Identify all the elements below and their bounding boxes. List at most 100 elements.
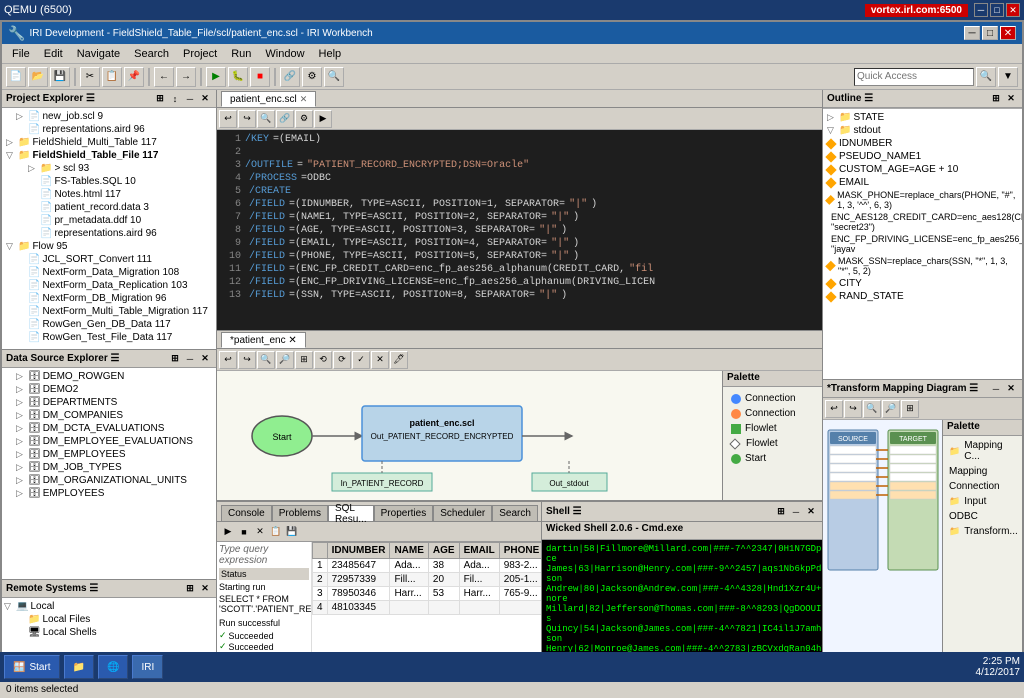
tm-btn2[interactable]: ↪ [844, 400, 862, 418]
editor-tb-btn2[interactable]: ↪ [238, 110, 256, 128]
menu-run[interactable]: Run [225, 47, 257, 61]
collapse-icon[interactable]: ⊞ [153, 92, 167, 106]
mapping-palette-item[interactable]: Mapping [945, 464, 1020, 479]
tb-menu-icon[interactable]: ▼ [998, 67, 1018, 87]
tree-item[interactable]: ▷ 📁 > scl 93 [4, 162, 214, 175]
mapping-palette-item[interactable]: ODBC [945, 509, 1020, 524]
tb-new-btn[interactable]: 📄 [6, 67, 26, 87]
outline-close-icon[interactable]: ✕ [1004, 92, 1018, 106]
ds-icon2[interactable]: ─ [183, 352, 197, 366]
palette-item-flowlet1[interactable]: Flowlet [727, 421, 818, 436]
tree-item[interactable]: ▷ 📁 FieldShield_Multi_Table 117 [4, 136, 214, 149]
tree-item[interactable]: 📄 JCL_SORT_Convert 111 [4, 253, 214, 266]
tree-item[interactable]: 📄 FS-Tables.SQL 10 [4, 175, 214, 188]
shell-close-icon[interactable]: ✕ [804, 505, 818, 519]
dtb-zoom-in[interactable]: 🔍 [257, 351, 275, 369]
dtb-btn7[interactable]: 🖊 [390, 351, 408, 369]
outline-item[interactable]: RAND_STATE [825, 290, 1020, 303]
flow-canvas[interactable]: Start patient_enc.scl Out_PAT [217, 371, 722, 500]
editor-tb-btn3[interactable]: 🔍 [257, 110, 275, 128]
tab-patient-enc-diagram[interactable]: *patient_enc ✕ [221, 332, 306, 348]
close-btn[interactable]: ✕ [1006, 3, 1020, 17]
tb-debug-btn[interactable]: 🐛 [228, 67, 248, 87]
minimize-panel-icon[interactable]: ─ [183, 92, 197, 106]
tree-item[interactable]: 📄 patient_record.data 3 [4, 201, 214, 214]
quick-access-input[interactable] [854, 68, 974, 86]
rs-icon1[interactable]: ⊞ [183, 582, 197, 596]
outline-item[interactable]: ENC_AES128_CREDIT_CARD=enc_aes128(CREDIT… [825, 211, 1020, 233]
tab-console[interactable]: Console [221, 505, 272, 521]
tab-problems[interactable]: Problems [272, 505, 328, 521]
dtb-btn6[interactable]: ✕ [371, 351, 389, 369]
outline-item[interactable]: ▷ 📁 STATE [825, 111, 1020, 124]
outline-item[interactable]: MASK_PHONE=replace_chars(PHONE, "#", 1, … [825, 189, 1020, 211]
tb-fwd-btn[interactable]: → [176, 67, 196, 87]
tb-copy-btn[interactable]: 📋 [102, 67, 122, 87]
table-row[interactable]: 3 78950346 Harr... 53 Harr... 765-9... 6… [313, 587, 542, 601]
taskbar-files-btn[interactable]: 📁 [64, 655, 94, 679]
maximize-btn[interactable]: □ [990, 3, 1004, 17]
list-item[interactable]: 🖥 Local Shells [4, 626, 214, 639]
sync-icon[interactable]: ↕ [168, 92, 182, 106]
code-editor[interactable]: 1 /KEY=(EMAIL) 2 3/OUTFILE="PATIENT_RECO… [217, 130, 822, 330]
table-row[interactable]: 4 48103345 0485-1202-3... [313, 601, 542, 615]
outline-item[interactable]: PSEUDO_NAME1 [825, 150, 1020, 163]
tree-item[interactable]: 📄 RowGen_Test_File_Data 117 [4, 331, 214, 344]
dtb-btn4[interactable]: ⟳ [333, 351, 351, 369]
list-item[interactable]: ▽ 💻 Local [4, 600, 214, 613]
list-item[interactable]: ▷ 🗄 DM_ORGANIZATIONAL_UNITS [4, 474, 214, 487]
app-maximize-btn[interactable]: □ [982, 26, 998, 40]
menu-window[interactable]: Window [259, 47, 310, 61]
list-item[interactable]: ▷ 🗄 DEMO_ROWGEN [4, 370, 214, 383]
tab-sql-results[interactable]: SQL Resu... [328, 505, 374, 521]
editor-tb-btn5[interactable]: ⚙ [295, 110, 313, 128]
list-item[interactable]: ▷ 🗄 DM_EMPLOYEE_EVALUATIONS [4, 435, 214, 448]
table-row[interactable]: 2 72957339 Fill... 20 Fil... 205-1... 04… [313, 573, 542, 587]
mapping-palette-item[interactable]: 📁 Mapping C... [945, 438, 1020, 464]
mapping-palette-item[interactable]: Connection [945, 479, 1020, 494]
tree-item[interactable]: 📄 NextForm_Data_Migration 108 [4, 266, 214, 279]
tb-run-btn[interactable]: ▶ [206, 67, 226, 87]
dtb-btn2[interactable]: ↪ [238, 351, 256, 369]
editor-tb-btn6[interactable]: ▶ [314, 110, 332, 128]
tb-open-btn[interactable]: 📂 [28, 67, 48, 87]
menu-edit[interactable]: Edit [38, 47, 69, 61]
tree-item[interactable]: 📄 RowGen_Gen_DB_Data 117 [4, 318, 214, 331]
tb-stop-btn[interactable]: ■ [250, 67, 270, 87]
dtb-fit[interactable]: ⊞ [295, 351, 313, 369]
palette-item-connection1[interactable]: Connection [727, 391, 818, 406]
list-item[interactable]: ▷ 🗄 DM_JOB_TYPES [4, 461, 214, 474]
tab-properties[interactable]: Properties [374, 505, 434, 521]
ds-close-icon[interactable]: ✕ [198, 352, 212, 366]
tab-patient-enc[interactable]: patient_enc.scl ✕ [221, 91, 316, 107]
tree-item[interactable]: 📄 representations.aird 96 [4, 123, 214, 136]
outline-item[interactable]: CUSTOM_AGE=AGE + 10 [825, 163, 1020, 176]
tb-paste-btn[interactable]: 📌 [124, 67, 144, 87]
app-minimize-btn[interactable]: ─ [964, 26, 980, 40]
tab-close-icon[interactable]: ✕ [300, 94, 308, 105]
list-item[interactable]: ▷ 🗄 EMPLOYEES [4, 487, 214, 500]
dtb-btn1[interactable]: ↩ [219, 351, 237, 369]
tree-item[interactable]: 📄 representations.aird 96 [4, 227, 214, 240]
tree-item[interactable]: 📄 NextForm_Multi_Table_Migration 117 [4, 305, 214, 318]
ds-icon1[interactable]: ⊞ [168, 352, 182, 366]
tree-item[interactable]: 📄 pr_metadata.ddf 10 [4, 214, 214, 227]
rs-close-icon[interactable]: ✕ [198, 582, 212, 596]
tree-item[interactable]: 📄 NextForm_Data_Replication 103 [4, 279, 214, 292]
cs-btn1[interactable]: ▶ [221, 525, 235, 539]
dtb-btn3[interactable]: ⟲ [314, 351, 332, 369]
taskbar-iri-btn[interactable]: IRI [132, 655, 163, 679]
dtb-btn5[interactable]: ✓ [352, 351, 370, 369]
cs-btn3[interactable]: ✕ [253, 525, 267, 539]
tm-btn3[interactable]: ⊞ [901, 400, 919, 418]
tree-item[interactable]: 📄 Notes.html 117 [4, 188, 214, 201]
list-item[interactable]: 📁 Local Files [4, 613, 214, 626]
tm-icon1[interactable]: ─ [989, 382, 1003, 396]
taskbar-browser-btn[interactable]: 🌐 [98, 655, 128, 679]
outline-item[interactable]: CITY [825, 277, 1020, 290]
list-item[interactable]: ▷ 🗄 DM_DCTA_EVALUATIONS [4, 422, 214, 435]
tb-btn7[interactable]: 🔍 [324, 67, 344, 87]
tm-zoom-out[interactable]: 🔎 [882, 400, 900, 418]
palette-item-connection2[interactable]: Connection [727, 406, 818, 421]
shell-icon1[interactable]: ⊞ [774, 505, 788, 519]
